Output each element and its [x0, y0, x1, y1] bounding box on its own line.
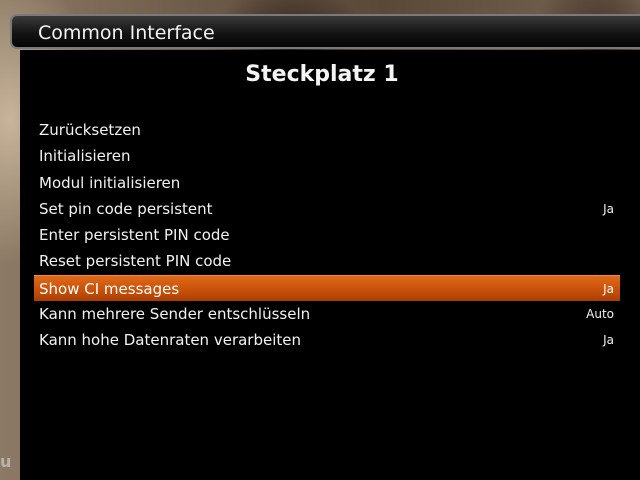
menu-item-label: Kann hohe Datenraten verarbeiten — [39, 331, 302, 350]
menu-item-value: Ja — [603, 281, 614, 296]
menu-item-label: Initialisieren — [39, 147, 131, 166]
background-edge-text: u — [0, 452, 12, 471]
menu-item-show-ci-messages[interactable]: Show CI messages Ja — [34, 274, 620, 302]
menu-item-label: Set pin code persistent — [39, 199, 213, 218]
page-title: Steckplatz 1 — [245, 62, 399, 87]
menu-item-enter-persistent-pin-code[interactable]: Enter persistent PIN code — [34, 222, 620, 248]
header-bar: Common Interface — [10, 14, 640, 49]
main-panel: Steckplatz 1 Zurücksetzen Initialisieren… — [20, 50, 640, 480]
menu-item-label: Enter persistent PIN code — [39, 226, 230, 245]
menu-item-label: Zurücksetzen — [39, 121, 141, 139]
menu-item-value: Ja — [603, 333, 614, 348]
header-title: Common Interface — [38, 22, 215, 44]
menu-item-modul-initialisieren[interactable]: Modul initialisieren — [34, 170, 620, 196]
menu-item-reset-persistent-pin-code[interactable]: Reset persistent PIN code — [34, 248, 620, 274]
menu-item-label: Modul initialisieren — [39, 173, 181, 192]
menu-item-value: Ja — [603, 201, 614, 216]
menu-item-label: Show CI messages — [39, 279, 180, 298]
menu-item-value: Auto — [586, 307, 614, 322]
menu-item-label: Reset persistent PIN code — [39, 252, 232, 271]
menu-item-set-pin-code-persistent[interactable]: Set pin code persistent Ja — [34, 196, 620, 222]
menu-list: Zurücksetzen Initialisieren Modul initia… — [34, 117, 620, 354]
menu-item-mehrere-sender-entschluesseln[interactable]: Kann mehrere Sender entschlüsseln Auto — [34, 301, 620, 327]
menu-item-initialisieren[interactable]: Initialisieren — [34, 143, 620, 169]
menu-item-zuruecksetzen[interactable]: Zurücksetzen — [34, 117, 620, 143]
menu-item-hohe-datenraten-verarbeiten[interactable]: Kann hohe Datenraten verarbeiten Ja — [34, 327, 620, 353]
menu-item-label: Kann mehrere Sender entschlüsseln — [39, 305, 311, 324]
